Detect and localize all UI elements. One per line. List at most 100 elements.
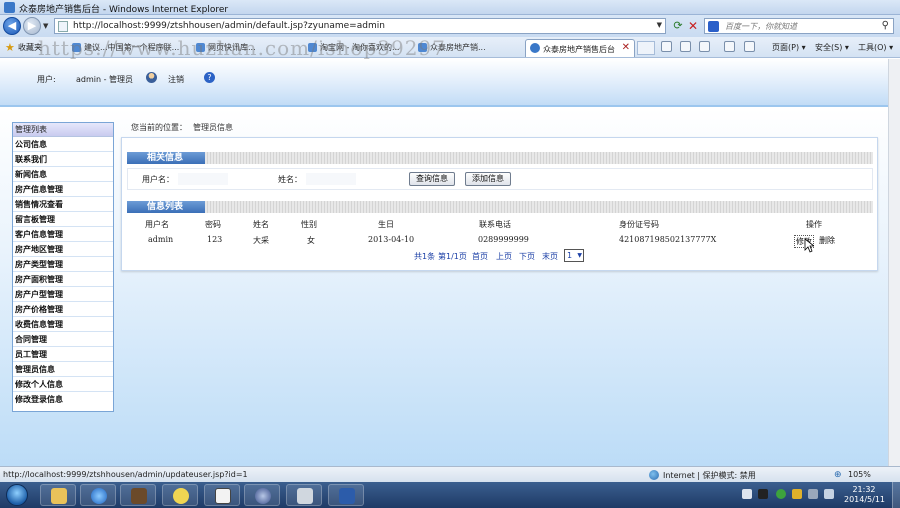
cell-birthday: 2013-04-10 [368, 235, 415, 244]
media-icon [255, 488, 271, 504]
safety-menu[interactable]: 安全(S) ▾ [815, 42, 849, 53]
print-icon[interactable] [724, 41, 735, 52]
username-label: 用户名： [142, 175, 174, 184]
address-bar[interactable]: http://localhost:9999/ztshhousen/admin/d… [54, 18, 666, 34]
sidebar-item-guestbook[interactable]: 留言板管理 [13, 212, 113, 227]
internet-zone-icon [649, 470, 659, 480]
stop-icon[interactable]: ✕ [686, 19, 700, 33]
tab-active[interactable]: 众泰房地产销售后台 ✕ [525, 39, 635, 57]
volume-icon[interactable] [824, 489, 834, 499]
sidebar-item-sales-view[interactable]: 销售情况查看 [13, 197, 113, 212]
sidebar-item-contact-us[interactable]: 联系我们 [13, 152, 113, 167]
network-icon[interactable] [808, 489, 818, 499]
taskbar-app[interactable] [286, 484, 322, 506]
zoom-level[interactable]: 105% [848, 470, 871, 479]
pager-last[interactable]: 末页 [542, 251, 558, 262]
pager-next[interactable]: 下页 [519, 251, 535, 262]
sidebar-item-staff[interactable]: 员工管理 [13, 347, 113, 362]
breadcrumb-prefix: 您当前的位置： [131, 123, 187, 132]
status-url: http://localhost:9999/ztshhousen/admin/u… [3, 470, 248, 479]
column-header: 操作 [806, 220, 822, 229]
query-button[interactable]: 查询信息 [409, 172, 455, 186]
logout-link[interactable]: 注销 [168, 74, 184, 85]
taskbar-app[interactable] [120, 484, 156, 506]
tray-keyboard-icon[interactable] [742, 489, 752, 499]
tools-menu[interactable]: 工具(O) ▾ [858, 42, 893, 53]
name-label: 姓名： [278, 175, 302, 184]
page-select[interactable]: 1 ▼ [564, 249, 584, 262]
sidebar-item-layout[interactable]: 房产户型管理 [13, 287, 113, 302]
sidebar-title: 管理列表 [13, 123, 113, 137]
sidebar-item-property-info[interactable]: 房产信息管理 [13, 182, 113, 197]
tray-security-icon[interactable] [776, 489, 786, 499]
column-header: 性别 [301, 220, 317, 229]
back-button[interactable]: ◀ [3, 17, 21, 35]
sidebar-item-contracts[interactable]: 合同管理 [13, 332, 113, 347]
sidebar-menu: 管理列表 公司信息 联系我们 新闻信息 房产信息管理 销售情况查看 留言板管理 … [12, 122, 114, 412]
print-dropdown-icon[interactable] [744, 41, 755, 52]
cell-gender: 女 [307, 236, 315, 245]
name-input[interactable] [306, 173, 356, 185]
help-icon[interactable]: ? [204, 72, 215, 83]
user-label: 用户: [37, 75, 56, 84]
sidebar-item-area[interactable]: 房产面积管理 [13, 272, 113, 287]
tools-icon [297, 488, 313, 504]
search-placeholder: 百度一下，你就知道 [725, 22, 797, 31]
taskbar-explorer[interactable] [40, 484, 76, 506]
taskbar-app[interactable] [204, 484, 240, 506]
sidebar-item-edit-login[interactable]: 修改登录信息 [13, 392, 113, 407]
security-zone[interactable]: Internet | 保护模式: 禁用 [663, 470, 756, 481]
page-menu[interactable]: 页面(P) ▾ [772, 42, 806, 53]
notepad-icon [215, 488, 231, 504]
cell-phone: 0289999999 [478, 235, 529, 244]
username-input[interactable] [178, 173, 228, 185]
tray-app-icon[interactable] [792, 489, 802, 499]
forward-button[interactable]: ▶ [23, 17, 41, 35]
app-icon [173, 488, 189, 504]
sidebar-item-company-info[interactable]: 公司信息 [13, 137, 113, 152]
sidebar-item-price[interactable]: 房产价格管理 [13, 302, 113, 317]
search-icon[interactable]: ⚲ [882, 20, 889, 31]
table-row: admin 123 大采 女 2013-04-10 0289999999 421… [127, 233, 873, 248]
show-desktop-button[interactable] [892, 482, 900, 508]
sidebar-item-edit-profile[interactable]: 修改个人信息 [13, 377, 113, 392]
tray-device-icon[interactable] [758, 489, 768, 499]
address-dropdown-icon[interactable]: ▼ [657, 21, 662, 29]
taskbar-word[interactable] [328, 484, 364, 506]
taskbar-app[interactable] [244, 484, 280, 506]
taskbar-app[interactable] [162, 484, 198, 506]
favorites-star-icon[interactable]: ★ [5, 41, 15, 54]
column-header: 姓名 [253, 220, 269, 229]
app-icon [131, 488, 147, 504]
clock-time: 21:32 [852, 485, 876, 494]
delete-link[interactable]: 删除 [819, 235, 835, 246]
search-form: 用户名： 姓名： 查询信息 添加信息 [127, 168, 873, 190]
zoom-icon[interactable]: ⊕ [834, 470, 842, 480]
taskbar-ie[interactable] [80, 484, 116, 506]
sidebar-item-news[interactable]: 新闻信息 [13, 167, 113, 182]
sidebar-item-type[interactable]: 房产类型管理 [13, 257, 113, 272]
sidebar-item-fees[interactable]: 收费信息管理 [13, 317, 113, 332]
refresh-icon[interactable]: ⟳ [671, 19, 685, 33]
close-icon[interactable]: ✕ [622, 42, 630, 53]
content-panel: 相关信息 用户名： 姓名： 查询信息 添加信息 信息列表 用户名 密码 姓名 性… [121, 137, 878, 271]
list-section-title: 信息列表 [127, 201, 205, 213]
search-box[interactable]: 百度一下，你就知道 ⚲ [704, 18, 894, 34]
pager-prev[interactable]: 上页 [496, 251, 512, 262]
pager-page-info: 第1/1页 [438, 252, 467, 261]
start-button[interactable] [6, 484, 28, 506]
home-icon[interactable] [661, 41, 672, 52]
read-mail-icon[interactable] [699, 41, 710, 52]
add-button[interactable]: 添加信息 [465, 172, 511, 186]
sidebar-item-customers[interactable]: 客户信息管理 [13, 227, 113, 242]
sidebar-item-admins[interactable]: 管理员信息 [13, 362, 113, 377]
cell-username: admin [148, 235, 174, 244]
vertical-scrollbar[interactable] [888, 59, 900, 466]
pager-first[interactable]: 首页 [472, 251, 488, 262]
sidebar-item-region[interactable]: 房产地区管理 [13, 242, 113, 257]
status-bar: http://localhost:9999/ztshhousen/admin/u… [0, 466, 900, 482]
feeds-icon[interactable] [680, 41, 691, 52]
new-tab-button[interactable] [637, 41, 655, 55]
history-dropdown-icon[interactable]: ▼ [43, 22, 48, 30]
clock[interactable]: 21:32 2014/5/11 [844, 485, 885, 505]
